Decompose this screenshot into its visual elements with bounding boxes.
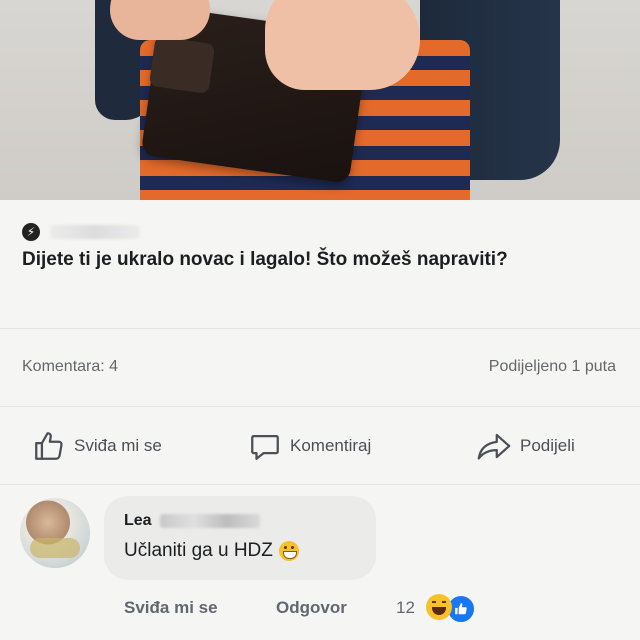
avatar[interactable]: [20, 498, 90, 568]
comment-body: Učlaniti ga u HDZ: [124, 540, 273, 561]
child-hand: [265, 0, 420, 90]
comment-author[interactable]: Lea: [124, 512, 260, 530]
comment-reply-button[interactable]: Odgovor: [276, 598, 347, 618]
reaction-icons[interactable]: [426, 594, 476, 624]
wallet-flap: [148, 36, 216, 94]
author-surname-blurred: [159, 514, 260, 528]
grinning-emoji-icon: [278, 541, 299, 561]
comment-text: Učlaniti ga u HDZ: [124, 540, 299, 562]
haha-reaction-icon: [426, 594, 452, 620]
reaction-count[interactable]: 12: [396, 598, 415, 618]
comment-like-button[interactable]: Sviđa mi se: [124, 598, 218, 618]
comment-bubble: Lea Učlaniti ga u HDZ: [104, 496, 376, 580]
post-image[interactable]: [0, 0, 640, 200]
child-hand: [110, 0, 210, 40]
author-name[interactable]: Lea: [124, 512, 152, 530]
